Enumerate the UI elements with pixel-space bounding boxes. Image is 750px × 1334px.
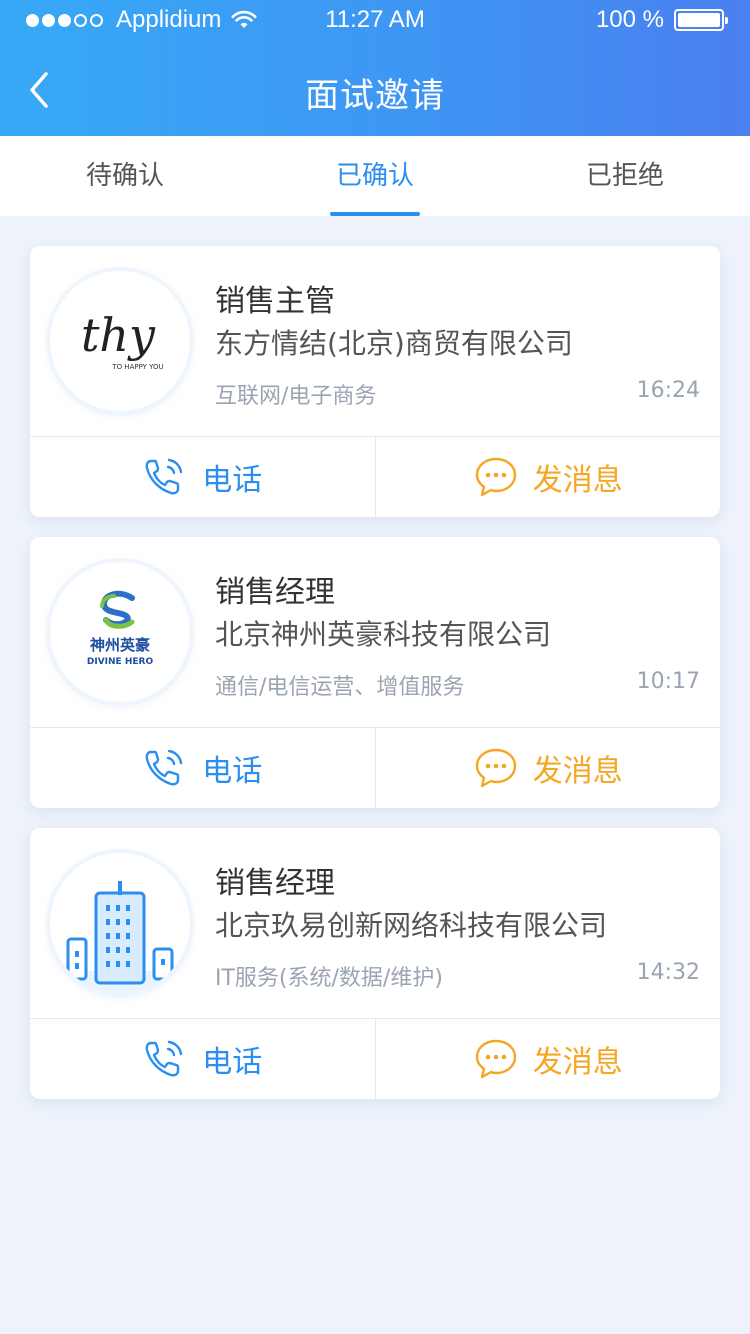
- industry: 通信/电信运营、增值服务: [215, 675, 465, 700]
- company-name: 东方情结(北京)商贸有限公司: [215, 327, 573, 360]
- job-title: 销售主管: [215, 284, 335, 319]
- invitation-list: thy TO HAPPY YOU 销售主管 东方情结(北京)商贸有限公司 互联网…: [30, 246, 720, 1119]
- invite-time: 16:24: [636, 378, 700, 403]
- message-button[interactable]: 发消息: [374, 1019, 721, 1099]
- card-actions: 电话 发消息: [30, 1018, 720, 1099]
- company-name: 北京玖易创新网络科技有限公司: [215, 909, 608, 942]
- call-button[interactable]: 电话: [30, 1019, 375, 1099]
- industry: IT服务(系统/数据/维护): [215, 966, 443, 991]
- invitation-card-info[interactable]: 神州英豪 DIVINE HERO 销售经理 北京神州英豪科技有限公司 通信/电信…: [30, 537, 720, 727]
- job-title: 销售经理: [215, 575, 335, 610]
- building-icon: [50, 881, 190, 993]
- chat-bubble-icon: [475, 1039, 516, 1079]
- divine-hero-logo-icon: 神州英豪 DIVINE HERO: [87, 590, 154, 667]
- battery-percent: 100 %: [595, 6, 664, 33]
- invite-time: 14:32: [636, 960, 700, 985]
- company-logo-text: 神州英豪: [90, 636, 150, 654]
- status-bar: Applidium 11:27 AM 100 %: [0, 0, 750, 40]
- battery-icon: [674, 9, 728, 31]
- card-actions: 电话 发消息: [30, 727, 720, 808]
- company-logo-text: thy: [81, 308, 156, 362]
- company-name: 北京神州英豪科技有限公司: [215, 618, 552, 651]
- phone-icon: [145, 458, 183, 495]
- call-button[interactable]: 电话: [30, 437, 375, 517]
- phone-icon: [145, 749, 183, 786]
- invitation-card: 神州英豪 DIVINE HERO 销售经理 北京神州英豪科技有限公司 通信/电信…: [30, 537, 720, 808]
- phone-icon: [145, 1040, 183, 1077]
- status-tabs: 待确认 已确认 已拒绝: [0, 136, 750, 216]
- message-label: 发消息: [532, 463, 623, 498]
- tab-confirmed[interactable]: 已确认: [250, 136, 500, 216]
- call-button[interactable]: 电话: [30, 728, 375, 808]
- invitation-card-info[interactable]: thy TO HAPPY YOU 销售主管 东方情结(北京)商贸有限公司 互联网…: [30, 246, 720, 436]
- company-logo: 神州英豪 DIVINE HERO: [50, 562, 190, 702]
- thy-logo-icon: thy TO HAPPY YOU: [81, 308, 164, 371]
- call-label: 电话: [202, 463, 263, 498]
- company-logo-subtext: TO HAPPY YOU: [111, 363, 163, 371]
- status-bar-right: 100 %: [595, 6, 728, 34]
- company-logo: [50, 853, 190, 993]
- chat-bubble-icon: [475, 748, 516, 788]
- invitation-card-info[interactable]: 销售经理 北京玖易创新网络科技有限公司 IT服务(系统/数据/维护) 14:32: [30, 828, 720, 1018]
- message-label: 发消息: [532, 754, 623, 789]
- app-header: Applidium 11:27 AM 100 % 面试邀请: [0, 0, 750, 136]
- company-logo: thy TO HAPPY YOU: [50, 271, 190, 411]
- card-actions: 电话 发消息: [30, 436, 720, 517]
- tab-rejected[interactable]: 已拒绝: [500, 136, 750, 216]
- industry: 互联网/电子商务: [215, 384, 377, 409]
- call-label: 电话: [202, 754, 263, 789]
- invitation-card: thy TO HAPPY YOU 销售主管 东方情结(北京)商贸有限公司 互联网…: [30, 246, 720, 517]
- invitation-card: 销售经理 北京玖易创新网络科技有限公司 IT服务(系统/数据/维护) 14:32…: [30, 828, 720, 1099]
- call-label: 电话: [202, 1045, 263, 1080]
- message-button[interactable]: 发消息: [374, 437, 721, 517]
- company-logo-subtext: DIVINE HERO: [87, 657, 154, 667]
- message-button[interactable]: 发消息: [374, 728, 721, 808]
- job-title: 销售经理: [215, 866, 335, 901]
- message-label: 发消息: [532, 1045, 623, 1080]
- page-title: 面试邀请: [305, 76, 445, 116]
- tab-pending[interactable]: 待确认: [0, 136, 250, 216]
- chat-bubble-icon: [475, 457, 516, 497]
- invite-time: 10:17: [636, 669, 700, 694]
